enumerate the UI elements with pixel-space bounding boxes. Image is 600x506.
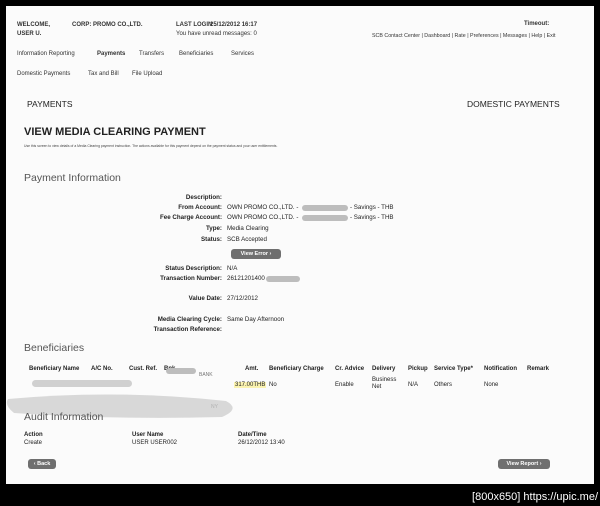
watermark: [800x650] https://upic.me/ xyxy=(472,491,598,503)
audit-action-label: Action xyxy=(24,432,43,438)
redaction-mark xyxy=(302,205,348,211)
value-date-value: 27/12/2012 xyxy=(227,295,258,302)
audit-datetime-label: Date/Time xyxy=(238,432,267,438)
back-button[interactable]: ‹ Back xyxy=(28,459,56,469)
page-instructions: Use this screen to view details of a Med… xyxy=(24,144,278,148)
clearing-cycle-label: Media Clearing Cycle: xyxy=(157,316,222,323)
transaction-number-value: 26121201400 xyxy=(227,275,265,282)
subnav-file-upload[interactable]: File Upload xyxy=(132,71,162,77)
view-error-label: View Error xyxy=(240,251,269,257)
col-ac-no: A/C No. xyxy=(91,366,113,372)
bank-fragment-1: BANK xyxy=(199,372,213,378)
status-description-label: Status Description: xyxy=(165,265,222,272)
col-cr-advice: Cr. Advice xyxy=(335,366,365,372)
delivery-value: Business Net xyxy=(372,377,397,390)
nav-transfers[interactable]: Transfers xyxy=(139,51,164,57)
status-value: SCB Accepted xyxy=(227,236,267,243)
audit-heading: Audit Information xyxy=(24,411,104,423)
nav-beneficiaries[interactable]: Beneficiaries xyxy=(179,51,213,57)
transaction-reference-label: Transaction Reference: xyxy=(153,326,222,333)
type-label: Type: xyxy=(205,225,222,232)
timeout-label: Timeout: xyxy=(524,21,550,27)
beneficiary-charge-value: No xyxy=(269,382,277,388)
beneficiaries-heading: Beneficiaries xyxy=(24,342,85,354)
chevron-right-icon: › xyxy=(269,251,272,257)
from-account-suffix: - Savings - THB xyxy=(350,204,394,211)
col-amount: Amt. xyxy=(245,366,259,372)
transaction-number-label: Transaction Number: xyxy=(160,275,222,282)
pickup-value: N/A xyxy=(408,382,419,388)
chevron-right-icon: › xyxy=(539,461,542,467)
col-cust-ref: Cust. Ref. xyxy=(129,366,158,372)
status-description-value: N/A xyxy=(227,265,238,272)
scanned-page: WELCOME, CORP: PROMO CO.,LTD. USER U. LA… xyxy=(6,6,594,484)
section-domestic-payments: DOMESTIC PAYMENTS xyxy=(467,99,560,109)
welcome-label: WELCOME, xyxy=(17,22,50,28)
description-label: Description: xyxy=(185,194,222,201)
value-date-label: Value Date: xyxy=(188,295,222,302)
user-name: USER U. xyxy=(17,31,42,37)
view-error-button[interactable]: View Error › xyxy=(231,249,281,259)
cr-advice-value: Enable xyxy=(335,382,354,388)
redaction-mark xyxy=(166,368,196,374)
col-remark: Remark xyxy=(527,366,550,372)
col-delivery: Delivery xyxy=(372,366,396,372)
payment-info-heading: Payment Information xyxy=(24,172,121,184)
col-notification: Notification xyxy=(484,366,517,372)
fee-account-prefix: OWN PROMO CO.,LTD. - xyxy=(227,214,299,221)
from-account-prefix: OWN PROMO CO.,LTD. - xyxy=(227,204,299,211)
section-payments: PAYMENTS xyxy=(27,99,73,109)
service-type-value: Others xyxy=(434,382,453,388)
company-name: CORP: PROMO CO.,LTD. xyxy=(72,22,143,28)
last-login-value: 25/12/2012 16:17 xyxy=(210,22,258,28)
col-pickup: Pickup xyxy=(408,366,428,372)
redaction-mark xyxy=(302,215,348,221)
top-links[interactable]: SCB Contact Center | Dashboard | Rate | … xyxy=(372,33,555,39)
view-report-button[interactable]: View Report › xyxy=(498,459,550,469)
nav-information-reporting[interactable]: Information Reporting xyxy=(17,51,75,57)
nav-payments[interactable]: Payments xyxy=(97,51,125,57)
clearing-cycle-value: Same Day Afternoon xyxy=(227,316,285,323)
redaction-mark xyxy=(32,380,132,387)
back-label: Back xyxy=(37,461,51,467)
fee-account-suffix: - Savings - THB xyxy=(350,214,394,221)
subnav-domestic-payments[interactable]: Domestic Payments xyxy=(17,71,70,77)
page-title: VIEW MEDIA CLEARING PAYMENT xyxy=(24,126,206,138)
view-report-label: View Report xyxy=(506,461,539,467)
status-label: Status: xyxy=(201,236,222,243)
from-account-label: From Account: xyxy=(178,204,222,211)
col-service-type: Service Type* xyxy=(434,366,473,372)
notification-value: None xyxy=(484,382,499,388)
type-value: Media Clearing xyxy=(227,225,269,232)
audit-user-value: USER USER002 xyxy=(132,440,178,446)
subnav-tax-and-bill[interactable]: Tax and Bill xyxy=(88,71,119,77)
audit-action-value: Create xyxy=(24,440,43,446)
col-beneficiary-name: Beneficiary Name xyxy=(29,366,80,372)
amount-value: 317.00THB xyxy=(234,382,267,388)
chevron-left-icon: ‹ xyxy=(33,461,36,467)
fee-account-label: Fee Charge Account: xyxy=(160,214,222,221)
last-login-label: LAST LOGIN xyxy=(176,22,213,28)
audit-datetime-value: 26/12/2012 13:40 xyxy=(238,440,285,446)
nav-services[interactable]: Services xyxy=(231,51,254,57)
unread-messages[interactable]: You have unread messages: 0 xyxy=(176,31,257,37)
audit-user-label: User Name xyxy=(132,432,164,438)
col-beneficiary-charge: Beneficiary Charge xyxy=(269,366,324,372)
redaction-mark xyxy=(266,276,300,282)
